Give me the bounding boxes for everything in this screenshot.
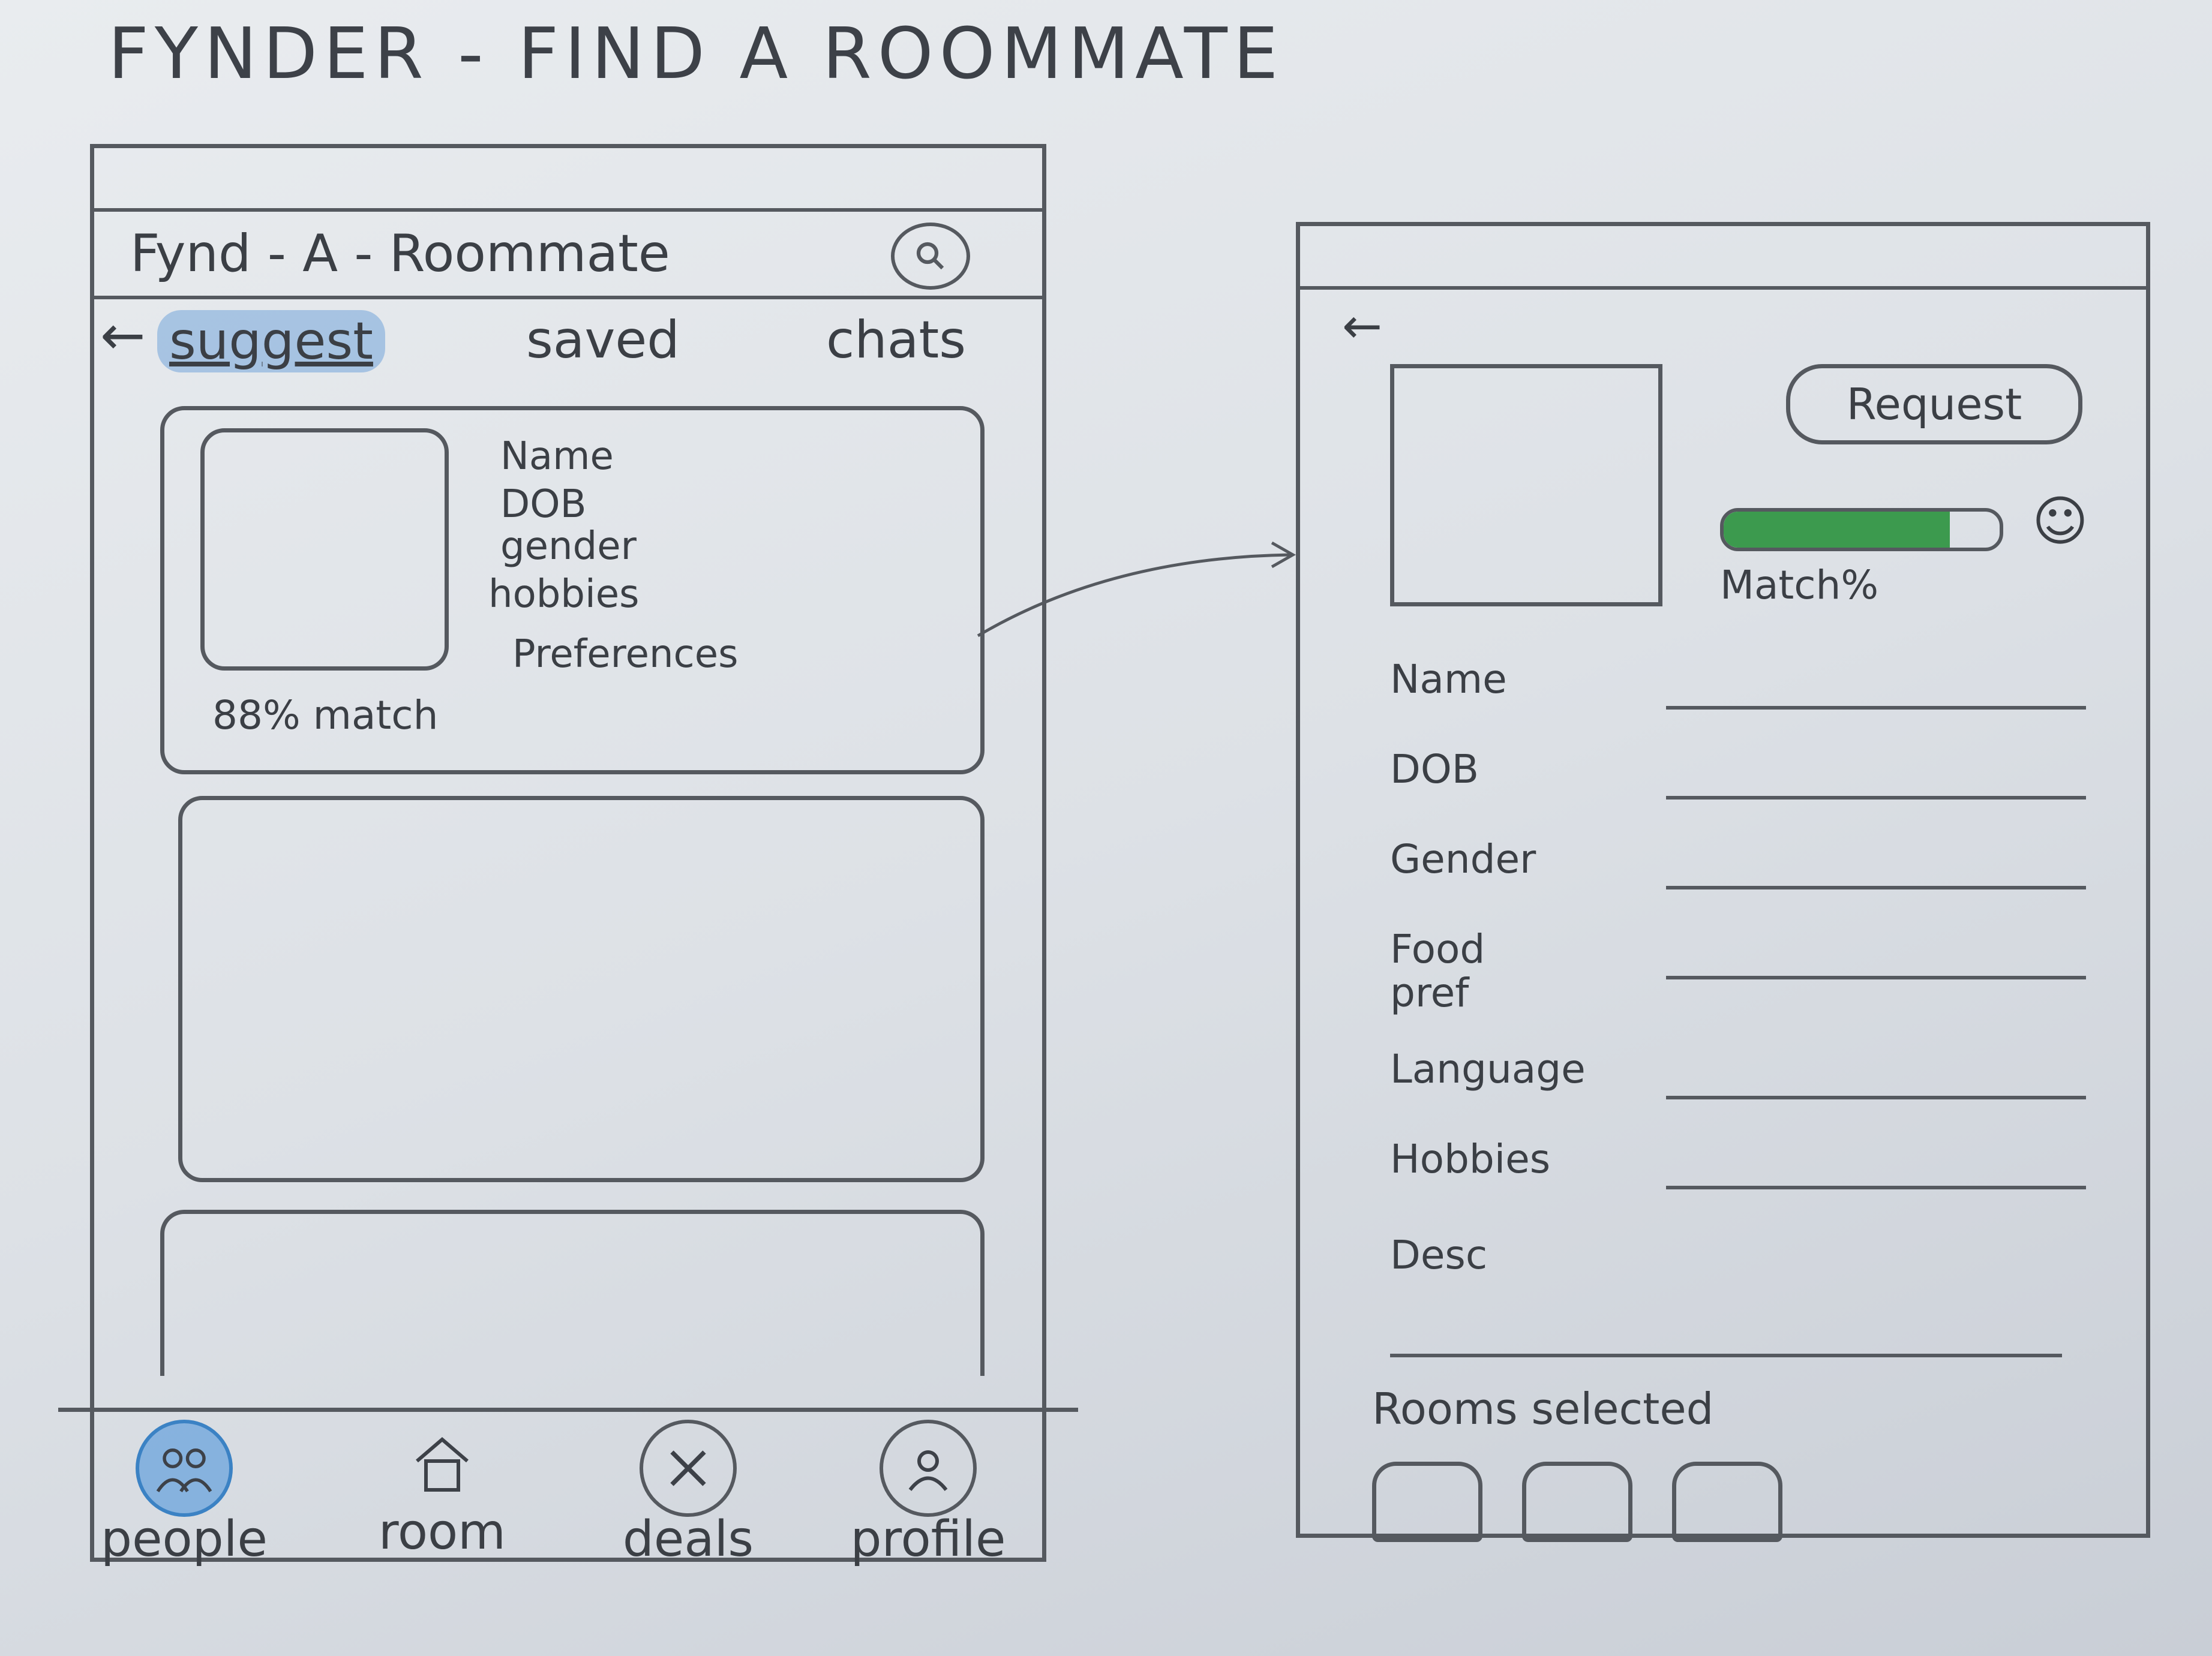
profile-photo: [1390, 364, 1662, 606]
app-bar: Fynd - A - Roommate: [94, 208, 1042, 299]
app-title: Fynd - A - Roommate: [130, 224, 670, 284]
search-icon[interactable]: [891, 223, 970, 290]
tab-saved[interactable]: saved: [526, 310, 680, 370]
field-desc[interactable]: Desc: [1390, 1232, 2110, 1306]
room-thumbnail[interactable]: [1672, 1462, 1782, 1542]
field-dob[interactable]: DOB: [1390, 746, 2110, 820]
field-label: Language: [1390, 1046, 1586, 1092]
roommate-card-placeholder[interactable]: [160, 1210, 985, 1376]
field-line: [1666, 886, 2086, 889]
smiley-icon: ☺: [2032, 490, 2088, 553]
field-label: Gender: [1390, 836, 1536, 882]
field-gender[interactable]: Gender: [1390, 836, 2110, 910]
nav-profile[interactable]: profile: [838, 1420, 1018, 1568]
profile-photo: [200, 428, 449, 671]
field-line: [1666, 976, 2086, 979]
match-bar: [1720, 508, 2003, 551]
match-bar-fill: [1724, 512, 1950, 548]
match-label: Match%: [1720, 562, 1879, 608]
request-button[interactable]: Request: [1786, 364, 2082, 444]
nav-label-profile: profile: [850, 1511, 1006, 1568]
field-language[interactable]: Language: [1390, 1046, 2110, 1120]
field-label: Name: [1390, 656, 1507, 702]
nav-room[interactable]: room: [352, 1420, 532, 1561]
room-thumbnail[interactable]: [1522, 1462, 1632, 1542]
card-field-name: Name: [500, 434, 614, 479]
profile-icon: [880, 1420, 977, 1517]
nav-deals[interactable]: deals: [598, 1420, 778, 1568]
detail-screen: ← Request ☺ Match% Name DOB Gender Food …: [1296, 222, 2150, 1542]
desc-line: [1390, 1354, 2062, 1357]
field-name[interactable]: Name: [1390, 656, 2110, 730]
tab-chats[interactable]: chats: [826, 310, 966, 370]
deals-icon: [640, 1420, 737, 1517]
card-field-gender: gender: [500, 524, 637, 569]
field-line: [1666, 1096, 2086, 1099]
detail-top-bar: [1300, 286, 2146, 290]
people-icon: [136, 1420, 233, 1517]
tab-bar: ← suggest saved chats: [94, 304, 1042, 382]
field-label: Hobbies: [1390, 1136, 1551, 1182]
roommate-card[interactable]: 88% match Name DOB gender hobbies Prefer…: [160, 406, 985, 774]
card-field-preferences: Preferences: [512, 632, 739, 677]
nav-label-room: room: [378, 1504, 506, 1561]
nav-label-deals: deals: [622, 1511, 754, 1568]
field-label: Desc: [1390, 1232, 1488, 1278]
field-label: Food pref: [1390, 926, 1485, 1016]
card-field-hobbies: hobbies: [488, 572, 640, 617]
home-icon: [397, 1420, 487, 1510]
card-field-dob: DOB: [500, 482, 587, 527]
sheet-title: FYNDER - FIND A ROOMMATE: [108, 12, 1284, 95]
nav-label-people: people: [101, 1511, 268, 1568]
room-thumbnail[interactable]: [1372, 1462, 1482, 1542]
field-line: [1666, 706, 2086, 710]
field-food-pref[interactable]: Food pref: [1390, 926, 2110, 1024]
rooms-selected-label: Rooms selected: [1372, 1384, 1714, 1434]
field-line: [1666, 796, 2086, 800]
bottom-nav: people room deals profile: [94, 1420, 1042, 1568]
back-arrow-icon[interactable]: ←: [1342, 298, 1382, 354]
field-hobbies[interactable]: Hobbies: [1390, 1136, 2110, 1210]
back-arrow-icon[interactable]: ←: [100, 304, 145, 367]
tab-suggest[interactable]: suggest: [157, 310, 385, 372]
list-screen: Fynd - A - Roommate ← suggest saved chat…: [58, 144, 1078, 1568]
match-percent: 88% match: [212, 692, 439, 738]
field-line: [1666, 1186, 2086, 1189]
nav-people[interactable]: people: [94, 1420, 274, 1568]
roommate-card-placeholder[interactable]: [178, 796, 985, 1182]
nav-divider: [58, 1408, 1078, 1412]
field-label: DOB: [1390, 746, 1479, 792]
